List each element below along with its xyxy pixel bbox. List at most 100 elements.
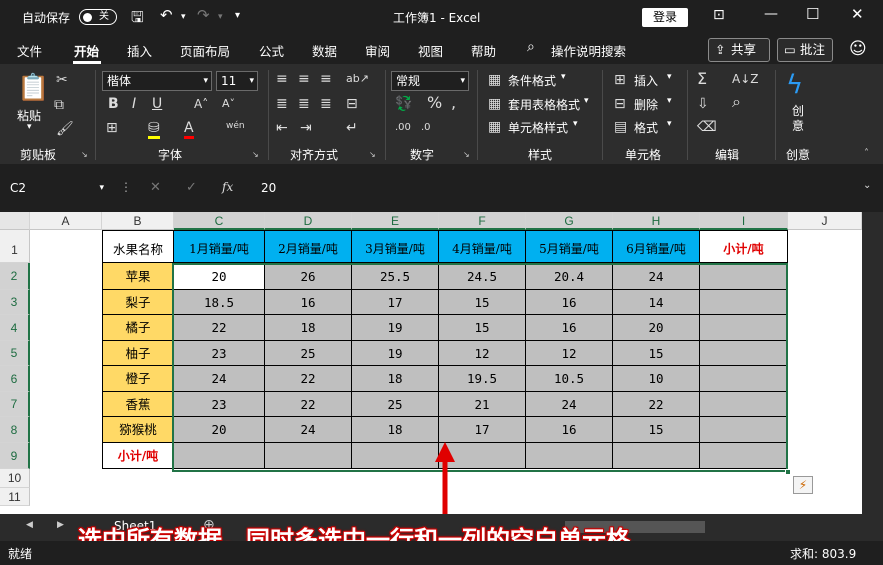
header-cell[interactable]: 水果名称 (102, 230, 174, 263)
underline-icon[interactable]: U (152, 96, 162, 112)
clear-icon[interactable]: ⌫ (697, 119, 717, 135)
chevron-down-icon[interactable]: ▾ (667, 72, 672, 82)
align-center-icon[interactable]: ≣ (298, 96, 310, 112)
decrease-decimal-icon[interactable]: .0 (421, 120, 431, 136)
number-format-select[interactable]: 常规 ▾ (391, 71, 469, 91)
subtotal-cell[interactable] (700, 341, 788, 366)
data-cell[interactable]: 23 (174, 392, 265, 417)
dialog-launcher-icon[interactable]: ↘ (463, 150, 470, 159)
format-cells-button[interactable]: 格式 (634, 119, 658, 136)
wrap-text-icon[interactable]: ↵ (346, 120, 358, 136)
total-cell[interactable] (526, 443, 613, 469)
tab-view[interactable]: 视图 (418, 41, 443, 60)
total-cell[interactable] (613, 443, 700, 469)
total-cell[interactable] (352, 443, 439, 469)
data-cell[interactable]: 15 (439, 315, 526, 341)
data-cell[interactable]: 14 (613, 290, 700, 315)
align-left-icon[interactable]: ≣ (276, 96, 288, 112)
font-size-select[interactable]: 11 ▾ (216, 71, 258, 91)
header-cell[interactable]: 5月销量/吨 (526, 230, 613, 263)
data-cell[interactable]: 20.4 (526, 263, 613, 290)
increase-indent-icon[interactable]: ⇥ (300, 120, 312, 136)
orientation-icon[interactable]: ab↗ (346, 71, 369, 87)
align-top-icon[interactable]: ≡ (276, 71, 288, 87)
data-cell[interactable]: 24.5 (439, 263, 526, 290)
fruit-name-cell[interactable]: 橙子 (102, 366, 174, 392)
header-cell[interactable]: 2月销量/吨 (265, 230, 352, 263)
borders-icon[interactable]: ⊞ (106, 120, 118, 136)
dialog-launcher-icon[interactable]: ↘ (369, 150, 376, 159)
more-options-icon[interactable]: ⋮ (120, 180, 132, 194)
tab-help[interactable]: 帮助 (471, 41, 496, 60)
column-header[interactable]: B (102, 212, 174, 230)
tab-home[interactable]: 开始 (74, 41, 99, 60)
data-cell[interactable]: 15 (439, 290, 526, 315)
data-cell[interactable]: 10 (613, 366, 700, 392)
data-cell[interactable]: 24 (174, 366, 265, 392)
tab-page-layout[interactable]: 页面布局 (180, 41, 230, 60)
subtotal-cell[interactable] (700, 290, 788, 315)
data-cell[interactable]: 16 (526, 315, 613, 341)
data-cell[interactable]: 26 (265, 263, 352, 290)
data-cell[interactable]: 18 (352, 417, 439, 443)
redo-dropdown-icon[interactable]: ▾ (218, 12, 223, 22)
row-header[interactable]: 7 (0, 392, 30, 417)
customize-toolbar-icon[interactable]: ▾ (235, 10, 240, 21)
row-header[interactable]: 5 (0, 341, 30, 366)
expand-formula-bar-icon[interactable]: ⌄ (863, 180, 871, 191)
data-cell[interactable]: 12 (439, 341, 526, 366)
fill-icon[interactable]: ⇩ (697, 96, 709, 112)
data-cell[interactable]: 22 (265, 366, 352, 392)
align-right-icon[interactable]: ≣ (320, 96, 332, 112)
total-cell[interactable] (174, 443, 265, 469)
data-cell[interactable]: 20 (174, 417, 265, 443)
data-cell[interactable]: 22 (265, 392, 352, 417)
autosave-toggle[interactable]: 关 (79, 9, 117, 25)
increase-font-icon[interactable]: A˄ (194, 96, 208, 112)
comma-style-icon[interactable]: , (451, 95, 456, 111)
bold-icon[interactable]: B (108, 96, 119, 112)
phonetic-icon[interactable]: wén (226, 118, 245, 134)
row-header[interactable]: 9 (0, 443, 30, 469)
subtotal-cell[interactable] (700, 417, 788, 443)
italic-icon[interactable]: I (132, 96, 136, 112)
quick-analysis-icon[interactable]: ⚡ (793, 476, 813, 494)
delete-cells-button[interactable]: 删除 (634, 96, 658, 113)
data-cell[interactable]: 19 (352, 341, 439, 366)
active-cell[interactable]: 20 (174, 263, 265, 290)
column-header[interactable]: I (700, 212, 788, 230)
share-button[interactable]: ⇪ 共享 (708, 38, 770, 62)
maximize-icon[interactable]: ☐ (806, 5, 819, 23)
data-cell[interactable]: 24 (265, 417, 352, 443)
formula-input[interactable]: 20 (255, 178, 875, 198)
tell-me-search[interactable]: 操作说明搜索 (551, 41, 626, 60)
data-cell[interactable]: 19.5 (439, 366, 526, 392)
column-header[interactable]: H (613, 212, 700, 230)
insert-function-icon[interactable]: fx (222, 180, 233, 194)
total-label-cell[interactable]: 小计/吨 (102, 443, 174, 469)
fruit-name-cell[interactable]: 猕猴桃 (102, 417, 174, 443)
column-header[interactable]: D (265, 212, 352, 230)
total-cell[interactable] (265, 443, 352, 469)
name-box[interactable]: C2 ▾ (6, 178, 106, 198)
row-header[interactable]: 11 (0, 488, 30, 506)
data-cell[interactable]: 25.5 (352, 263, 439, 290)
fruit-name-cell[interactable]: 香蕉 (102, 392, 174, 417)
data-cell[interactable]: 15 (613, 417, 700, 443)
paste-dropdown-icon[interactable]: ▾ (27, 122, 32, 132)
decrease-indent-icon[interactable]: ⇤ (276, 120, 288, 136)
row-header[interactable]: 6 (0, 366, 30, 392)
column-header[interactable]: F (439, 212, 526, 230)
column-header[interactable]: A (30, 212, 102, 230)
increase-decimal-icon[interactable]: .00 (395, 120, 411, 136)
font-name-select[interactable]: 楷体 ▾ (102, 71, 212, 91)
data-cell[interactable]: 12 (526, 341, 613, 366)
insert-cells-button[interactable]: 插入 (634, 72, 658, 89)
prev-sheet-icon[interactable]: ◀ (26, 520, 33, 530)
tab-insert[interactable]: 插入 (127, 41, 152, 60)
subtotal-cell[interactable] (700, 315, 788, 341)
data-cell[interactable]: 10.5 (526, 366, 613, 392)
format-painter-icon[interactable]: 🖌 (56, 121, 74, 137)
chevron-down-icon[interactable]: ▾ (667, 96, 672, 106)
row-header[interactable]: 2 (0, 263, 30, 290)
